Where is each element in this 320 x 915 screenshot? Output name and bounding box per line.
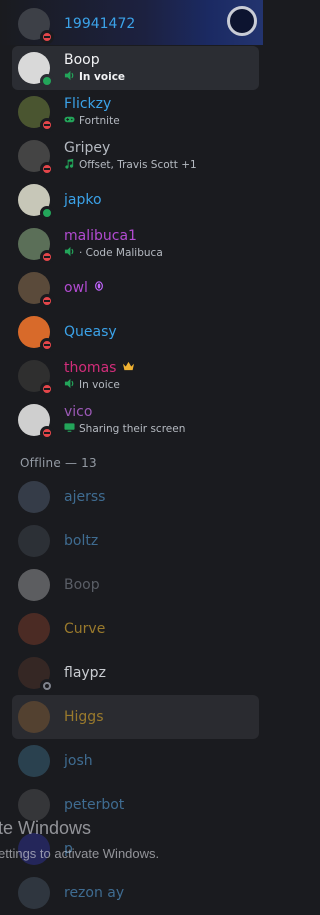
dnd-status-icon — [40, 426, 54, 440]
member-name-text: boltz — [64, 533, 99, 549]
member-name: Flickzy — [64, 95, 111, 113]
member-name-text: Flickzy — [64, 96, 112, 112]
activate-windows-subtitle: ettings to activate Windows. — [0, 846, 160, 861]
member-name-text: flaypz — [64, 665, 106, 681]
member-row[interactable]: thomas In voice — [12, 354, 259, 398]
activity-text: In voice — [79, 71, 126, 83]
member-name-text: vico — [64, 404, 93, 420]
avatar[interactable] — [18, 569, 50, 601]
member-name: josh — [64, 752, 93, 770]
member-name-text: peterbot — [64, 797, 125, 813]
member-name-text: Gripey — [64, 140, 111, 156]
member-name: vico — [64, 403, 92, 421]
member-name: Boop — [64, 51, 100, 69]
member-name: Queasy — [64, 323, 117, 341]
member-row[interactable]: flaypz — [12, 651, 259, 695]
member-name: rezon ay — [64, 884, 124, 902]
member-name: owl — [64, 279, 104, 298]
activate-windows-title: te Windows — [0, 818, 92, 838]
online-status-icon — [40, 206, 54, 220]
dnd-status-icon — [40, 294, 54, 308]
member-name: Higgs — [64, 708, 103, 726]
member-name-text: Curve — [64, 621, 106, 637]
member-name-text: thomas — [64, 360, 117, 376]
member-name-text: Boop — [64, 577, 100, 593]
dnd-status-icon — [40, 338, 54, 352]
voice-icon — [64, 246, 75, 257]
dnd-status-icon — [40, 162, 54, 176]
online-status-icon — [40, 74, 54, 88]
member-row[interactable]: Boop In voice — [12, 46, 259, 90]
member-activity: In voice — [64, 378, 120, 392]
member-name-text: japko — [64, 192, 102, 208]
member-row[interactable]: Higgs — [12, 695, 259, 739]
member-name: peterbot — [64, 796, 124, 814]
member-name: malibuca1 — [64, 227, 137, 245]
member-activity: Sharing their screen — [64, 422, 185, 436]
voice-icon — [64, 378, 75, 389]
member-name-text: rezon ay — [64, 885, 125, 901]
offline-status-icon — [40, 679, 54, 693]
dnd-status-icon — [40, 250, 54, 264]
avatar[interactable] — [18, 481, 50, 513]
crown-icon — [122, 361, 135, 375]
activity-text: Offset, Travis Scott +1 — [79, 159, 197, 171]
member-name-text: Higgs — [64, 709, 104, 725]
member-row[interactable]: boltz — [12, 519, 259, 563]
member-row[interactable]: 19941472 — [12, 2, 259, 46]
member-row[interactable]: rezon ay — [12, 871, 259, 915]
member-activity: Fortnite — [64, 114, 120, 128]
member-activity: · Code Malibuca — [64, 246, 163, 260]
member-name: thomas — [64, 359, 135, 378]
member-name-text: Queasy — [64, 324, 117, 340]
avatar[interactable] — [18, 789, 50, 821]
member-name-text: ajerss — [64, 489, 106, 505]
avatar[interactable] — [18, 745, 50, 777]
member-name: Gripey — [64, 139, 110, 157]
member-row[interactable]: ajerss — [12, 475, 259, 519]
member-name: ajerss — [64, 488, 105, 506]
member-activity: In voice — [64, 70, 125, 84]
member-row[interactable]: Boop — [12, 563, 259, 607]
gamepad-icon — [64, 114, 75, 125]
activity-text: · Code Malibuca — [79, 247, 163, 259]
gem-icon — [94, 281, 104, 295]
member-row[interactable]: Gripey Offset, Travis Scott +1 — [12, 134, 259, 178]
member-row[interactable]: owl — [12, 266, 259, 310]
avatar[interactable] — [18, 525, 50, 557]
member-name: Boop — [64, 576, 100, 594]
member-row[interactable]: Flickzy Fortnite — [12, 90, 259, 134]
member-row[interactable]: Queasy — [12, 310, 259, 354]
offline-section-header: Offline — 13 — [20, 456, 97, 470]
member-name-text: owl — [64, 280, 88, 296]
member-name-text: Boop — [64, 52, 100, 68]
member-name: flaypz — [64, 664, 106, 682]
member-name: japko — [64, 191, 102, 209]
member-activity: Offset, Travis Scott +1 — [64, 158, 197, 172]
dnd-status-icon — [40, 382, 54, 396]
activity-text: Sharing their screen — [79, 423, 186, 435]
avatar[interactable] — [18, 613, 50, 645]
member-row[interactable]: josh — [12, 739, 259, 783]
music-note-icon — [64, 158, 75, 169]
activity-text: Fortnite — [79, 115, 120, 127]
member-row[interactable]: vico Sharing their screen — [12, 398, 259, 442]
member-row[interactable]: Curve — [12, 607, 259, 651]
dnd-status-icon — [40, 118, 54, 132]
activity-text: In voice — [79, 379, 120, 391]
dnd-status-icon — [40, 30, 54, 44]
member-name-text: 19941472 — [64, 16, 136, 32]
member-name: Curve — [64, 620, 105, 638]
screen-share-icon — [64, 422, 75, 433]
avatar[interactable] — [18, 701, 50, 733]
member-row[interactable]: japko — [12, 178, 259, 222]
member-name-text: malibuca1 — [64, 228, 137, 244]
member-name-text: josh — [64, 753, 93, 769]
member-name: boltz — [64, 532, 98, 550]
avatar[interactable] — [18, 877, 50, 909]
member-row[interactable]: malibuca1 · Code Malibuca — [12, 222, 259, 266]
voice-icon — [64, 70, 75, 81]
member-name: 19941472 — [64, 15, 135, 33]
